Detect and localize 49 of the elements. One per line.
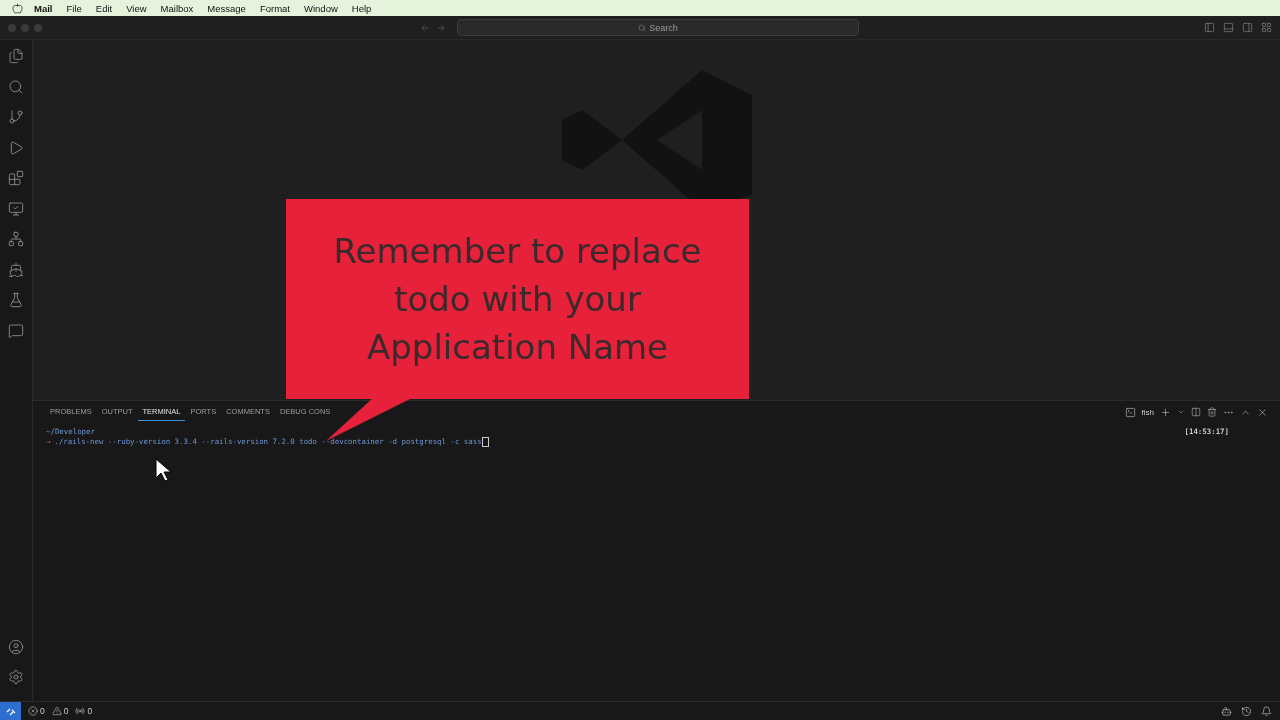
split-icon[interactable]	[1191, 407, 1201, 417]
menu-item[interactable]: Window	[297, 2, 345, 14]
account-icon[interactable]	[8, 638, 24, 655]
trash-icon[interactable]	[1207, 407, 1217, 417]
menu-item[interactable]: File	[59, 2, 89, 14]
remote-icon	[5, 706, 16, 716]
remote-button[interactable]	[0, 702, 21, 720]
apple-icon[interactable]	[12, 2, 23, 14]
layout-icon[interactable]	[1261, 22, 1272, 33]
panel-bottom-icon[interactable]	[1223, 22, 1234, 33]
ports-icon	[75, 706, 86, 716]
menu-item[interactable]: Edit	[88, 2, 120, 14]
history-icon[interactable]	[1241, 705, 1252, 717]
chevron-down-icon[interactable]	[1177, 408, 1185, 416]
extensions-icon[interactable]	[8, 170, 24, 186]
flask-icon[interactable]	[8, 292, 24, 308]
terminal-icon[interactable]	[1124, 406, 1136, 418]
bell-icon[interactable]	[1261, 705, 1272, 717]
search-icon[interactable]	[8, 78, 24, 95]
menu-item[interactable]: Message	[200, 2, 253, 14]
panel-left-icon[interactable]	[1204, 22, 1215, 33]
warning-count[interactable]: 0	[63, 706, 69, 716]
ship-icon[interactable]	[8, 261, 24, 278]
network-icon[interactable]	[8, 231, 24, 247]
menu-item[interactable]: Mailbox	[153, 2, 201, 14]
error-icon	[28, 706, 38, 716]
search-field[interactable]: Search	[457, 19, 859, 36]
ports-count[interactable]: 0	[87, 706, 93, 716]
remote-monitor-icon[interactable]	[8, 200, 24, 217]
terminal-cursor	[481, 436, 489, 447]
terminal-profile[interactable]: fish	[1141, 407, 1154, 417]
plus-icon[interactable]	[1160, 406, 1171, 418]
menu-item[interactable]: View	[119, 2, 154, 14]
menu-item[interactable]: Format	[252, 2, 297, 14]
search-icon	[638, 23, 647, 32]
run-debug-icon[interactable]	[8, 139, 24, 156]
files-icon[interactable]	[8, 48, 24, 64]
chat-icon[interactable]	[8, 322, 24, 339]
source-control-icon[interactable]	[8, 109, 24, 125]
close-icon[interactable]	[1257, 406, 1268, 418]
app-menu[interactable]: Mail	[27, 2, 60, 14]
warning-icon	[51, 706, 62, 716]
settings-icon[interactable]	[8, 669, 24, 685]
mouse-pointer-icon	[155, 458, 173, 482]
panel-right-icon[interactable]	[1242, 22, 1253, 33]
copilot-icon[interactable]	[1221, 705, 1232, 717]
callout-text: Remember to replace todo with your Application Name	[332, 230, 703, 369]
menu-item[interactable]: Help	[344, 2, 379, 14]
error-count[interactable]: 0	[40, 706, 45, 716]
